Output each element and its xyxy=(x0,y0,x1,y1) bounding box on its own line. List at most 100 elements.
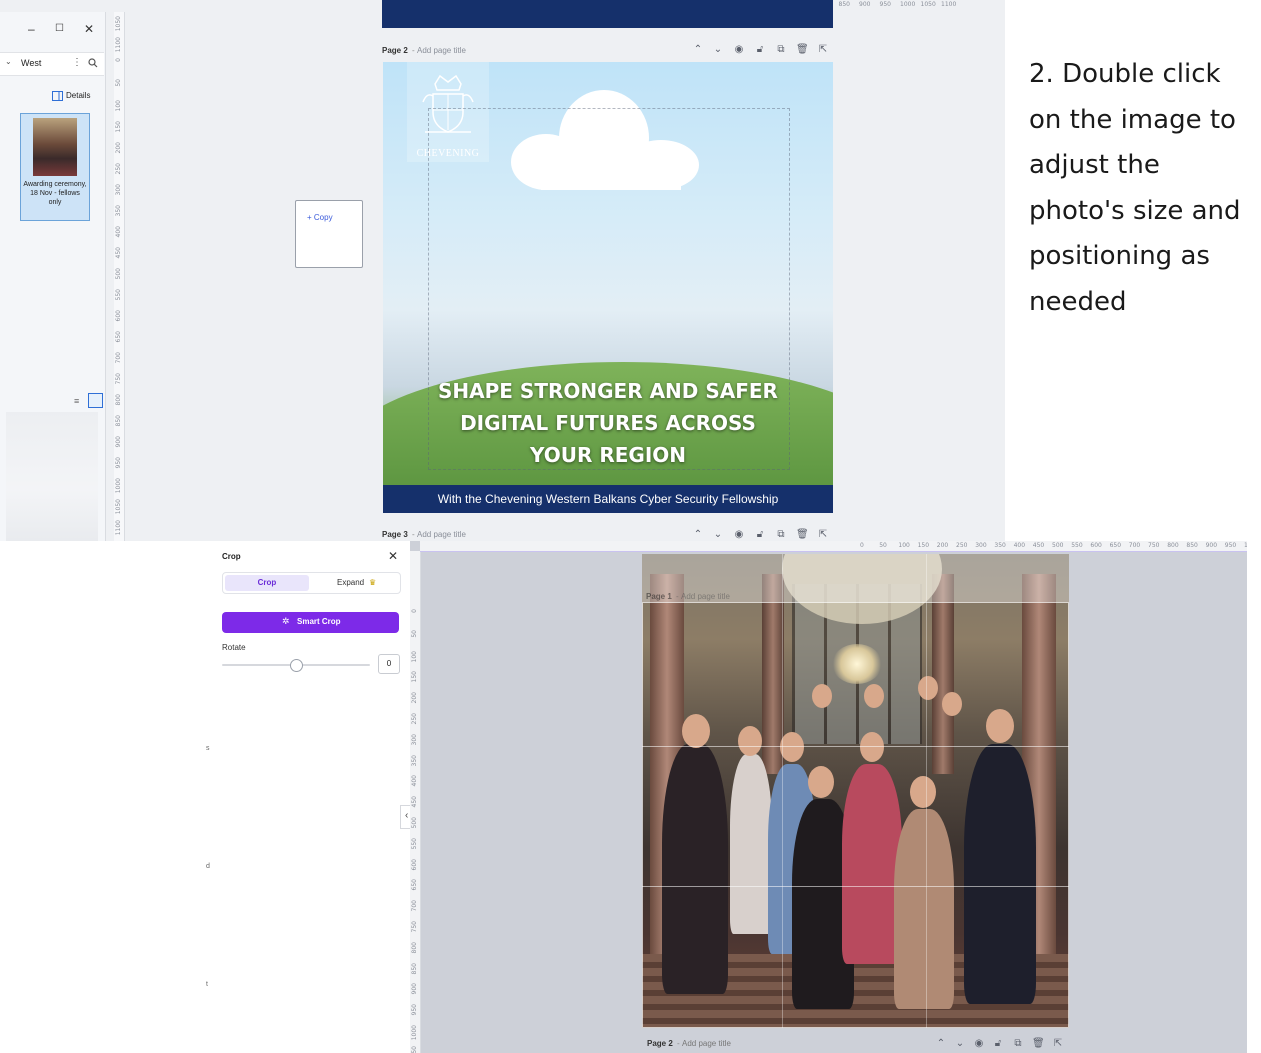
tab-crop[interactable]: Crop xyxy=(225,575,309,591)
page-title-separator: - xyxy=(412,46,415,55)
page-number: Page 3 xyxy=(382,530,408,539)
grid-view-icon[interactable] xyxy=(88,393,103,408)
page-number: Page 1 xyxy=(646,592,672,601)
page-title-input[interactable]: Add page title xyxy=(417,530,466,539)
maximize-icon[interactable]: ☐ xyxy=(55,23,64,34)
poster-footer-band: With the Chevening Western Balkans Cyber… xyxy=(383,485,833,513)
tab-expand[interactable]: Expand ♛ xyxy=(313,575,397,591)
rotate-slider-thumb[interactable] xyxy=(290,659,303,672)
eye-icon[interactable]: ◉ xyxy=(973,1038,985,1050)
close-icon[interactable]: ✕ xyxy=(388,549,398,563)
details-icon xyxy=(52,91,63,101)
ruler-tick-label: 500 xyxy=(1052,542,1064,549)
ruler-tick-label: 850 xyxy=(115,415,122,427)
ruler-tick-label: 1000 xyxy=(900,1,916,8)
add-page-icon[interactable]: ⇱ xyxy=(1052,1038,1064,1050)
window-controls: – ☐ ✕ xyxy=(28,20,104,40)
details-button[interactable]: Details xyxy=(50,90,100,104)
ruler-tick-label: 450 xyxy=(1032,542,1045,549)
chevron-up-icon[interactable]: ⌃ xyxy=(692,529,704,541)
ruler-tick-label: 200 xyxy=(936,542,949,549)
rotate-slider[interactable] xyxy=(222,658,370,672)
trash-icon[interactable]: 🗑︎ xyxy=(796,44,809,56)
poster-page-2[interactable]: CHEVENING SHAPE STRONGER AND SAFER DIGIT… xyxy=(383,62,833,513)
eye-icon[interactable]: ◉ xyxy=(733,44,745,56)
file-caption: Awarding ceremony, 18 Nov - fellows only xyxy=(23,181,87,206)
copy-card[interactable]: + Copy xyxy=(295,200,363,268)
smart-crop-label: Smart Crop xyxy=(297,617,341,626)
chevron-down-icon[interactable]: ⌄ xyxy=(954,1038,966,1050)
dropdown-chevron-icon: ⌄ xyxy=(5,57,12,66)
ruler-tick-label: 900 xyxy=(859,1,871,8)
search-bar[interactable]: ⌄ West ⋮ xyxy=(0,52,104,76)
search-icon[interactable] xyxy=(88,58,98,68)
ruler-tick-label: 1100 xyxy=(941,1,957,8)
ruler-tick-label: 150 xyxy=(411,671,418,683)
ruler-tick-label: 300 xyxy=(975,542,987,549)
ruler-tick-label: 600 xyxy=(115,310,122,322)
ruler-tick-label: 800 xyxy=(1167,542,1179,549)
chevron-up-icon[interactable]: ⌃ xyxy=(692,44,704,56)
smart-crop-button[interactable]: ✲ Smart Crop xyxy=(222,612,399,633)
ruler-tick-label: 350 xyxy=(411,754,418,767)
page-title-input[interactable]: Add page title xyxy=(417,46,466,55)
ruler-tick-label: 1100 xyxy=(115,520,122,536)
file-thumbnail-image xyxy=(33,118,77,176)
ruler-tick-label: 100 xyxy=(898,542,910,549)
add-page-icon[interactable]: ⇱ xyxy=(817,529,829,541)
ruler-tick-label: 100 xyxy=(115,100,122,112)
ruler-tick-label: 950 xyxy=(879,1,891,8)
duplicate-icon[interactable]: ⧉ xyxy=(1012,1038,1024,1050)
crop-panel-title: Crop xyxy=(222,552,241,561)
ruler-tick-label: 550 xyxy=(115,289,122,301)
more-icon[interactable]: ⋮ xyxy=(72,57,82,68)
crop-photo[interactable] xyxy=(642,554,1069,1028)
chevron-down-icon[interactable]: ⌄ xyxy=(712,529,724,541)
rotate-value-input[interactable]: 0 xyxy=(378,654,400,674)
duplicate-icon[interactable]: ⧉ xyxy=(775,529,787,541)
ruler-tick-label: 250 xyxy=(956,542,968,549)
ruler-tick-label: 300 xyxy=(411,733,418,746)
lock-icon[interactable]: 🔓︎ xyxy=(754,44,766,56)
add-page-icon[interactable]: ⇱ xyxy=(817,44,829,56)
page-title-separator: - xyxy=(412,530,415,539)
list-view-icon[interactable]: ≡ xyxy=(74,396,79,406)
sparkle-icon: ✲ xyxy=(282,616,290,626)
trash-icon[interactable]: 🗑︎ xyxy=(796,529,809,541)
ruler-tick-label: 650 xyxy=(115,331,122,343)
ruler-tick-label: 700 xyxy=(1128,542,1141,549)
page-3-header: Page 3 - Add page title ⌃ ⌄ ◉ 🔓︎ ⧉ 🗑︎ ⇱ xyxy=(382,529,833,541)
ruler-tick-label: 0 xyxy=(411,609,418,613)
lock-icon[interactable]: 🔓︎ xyxy=(754,529,766,541)
lock-icon[interactable]: 🔓︎ xyxy=(992,1038,1004,1050)
side-fragment: d xyxy=(206,863,210,870)
page-title-input[interactable]: Add page title xyxy=(681,592,730,601)
page-title-separator: - xyxy=(677,1039,680,1048)
ruler-tick-label: 900 xyxy=(115,436,122,448)
chevron-down-icon[interactable]: ⌄ xyxy=(712,44,724,56)
ruler-tick-label: 650 xyxy=(1109,542,1122,549)
horizontal-ruler: 0 50 100 150 200 250 300 350 400 450 500 550 600 650 7… xyxy=(420,541,1247,552)
duplicate-icon[interactable]: ⧉ xyxy=(775,44,787,56)
ruler-tick-label: 200 xyxy=(115,142,122,154)
ruler-tick-label: 550 xyxy=(1071,542,1083,549)
poster-footer-text: With the Chevening Western Balkans Cyber… xyxy=(437,492,779,506)
page-title-input[interactable]: Add page title xyxy=(682,1039,731,1048)
minimize-icon[interactable]: – xyxy=(28,22,35,36)
trash-icon[interactable]: 🗑︎ xyxy=(1032,1038,1045,1050)
chevron-up-icon[interactable]: ⌃ xyxy=(935,1038,947,1050)
side-fragment: s xyxy=(206,745,210,752)
headline-line-3: YOUR REGION xyxy=(529,443,687,467)
close-icon[interactable]: ✕ xyxy=(84,22,94,36)
ruler-tick-label: 1050 xyxy=(920,1,936,8)
ruler-tick-label: 600 xyxy=(1090,542,1102,549)
page-1-header: Page 1 - Add page title xyxy=(646,591,1066,603)
ruler-tick-label: 550 xyxy=(411,837,418,850)
ruler-tick-label: 400 xyxy=(411,775,418,787)
eye-icon[interactable]: ◉ xyxy=(733,529,745,541)
file-thumbnail[interactable]: Awarding ceremony, 18 Nov - fellows only xyxy=(20,113,90,221)
ruler-tick-label: 50 xyxy=(879,542,887,549)
page-controls: ⌃ ⌄ ◉ 🔓︎ ⧉ 🗑︎ ⇱ xyxy=(692,529,832,541)
headline-line-2: DIGITAL FUTURES ACROSS xyxy=(460,411,756,435)
side-fragment-strip: s d t xyxy=(200,541,215,1053)
